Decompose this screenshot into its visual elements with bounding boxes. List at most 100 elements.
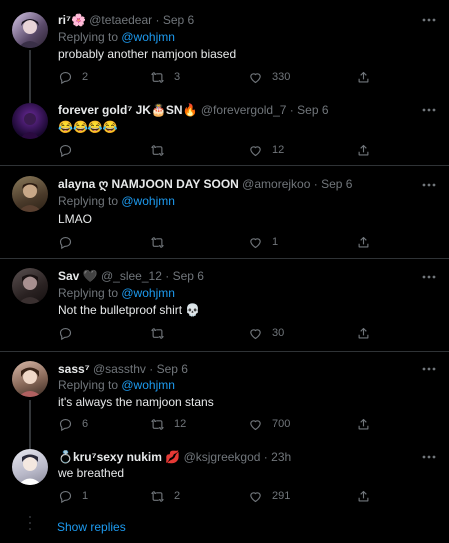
reply-button[interactable] [58,323,82,343]
retweet-count: 12 [174,418,187,430]
reply-icon [59,490,72,503]
retweet-button[interactable] [150,140,174,160]
tweet[interactable]: forever gold⁷ JK🎂SN🔥 @forevergold_7 · Se… [0,95,449,166]
retweet-button[interactable]: 3 [150,67,180,87]
share-button[interactable] [356,486,380,506]
reply-icon [59,418,72,431]
separator-dot: · [313,177,318,191]
reply-button[interactable]: 6 [58,414,88,434]
tweet-text: it's always the namjoon stans [58,395,214,409]
reply-count: 6 [82,418,89,430]
share-icon [358,71,369,82]
avatar[interactable] [12,176,48,212]
show-replies-link[interactable]: Show replies [57,520,126,534]
retweet-count: 3 [174,71,181,83]
separator-dot: · [289,103,294,117]
share-button[interactable] [356,323,380,343]
avatar[interactable] [12,12,48,48]
display-name[interactable]: Sav 🖤 [58,269,98,283]
heart-icon [250,491,261,502]
like-count: 700 [272,418,291,430]
more-options-icon[interactable] [421,177,437,193]
reply-button[interactable] [58,232,82,252]
avatar[interactable] [12,268,48,304]
retweet-button[interactable]: 2 [150,486,180,506]
thread-line [29,95,31,103]
like-button[interactable]: 12 [248,140,284,160]
like-button[interactable]: 330 [248,67,290,87]
tweet-text: LMAO [58,212,93,226]
tweet[interactable]: sass⁷ @sassthv · Sep 6 Replying to @wohj… [0,352,449,442]
reply-count: 2 [82,71,89,83]
tweet[interactable]: alayna ღ NAMJOON DAY SOON @amorejkoo · S… [0,166,449,259]
display-name[interactable]: ri⁷🌸 [58,13,86,27]
like-count: 30 [272,327,285,339]
avatar[interactable] [12,361,48,397]
tweet-date[interactable]: Sep 6 [297,103,328,117]
like-count: 330 [272,71,291,83]
like-button[interactable]: 291 [248,486,290,506]
reply-button[interactable]: 1 [58,486,88,506]
display-name[interactable]: forever gold⁷ JK🎂SN🔥 [58,103,198,117]
mention-link[interactable]: @wohjmn [121,286,175,300]
action-bar: 30 [50,323,390,343]
tweet[interactable]: ri⁷🌸 @tetaedear · Sep 6 Replying to @woh… [0,0,449,95]
user-handle[interactable]: @forevergold_7 [201,103,287,117]
action-bar: 2 3 330 [50,67,390,87]
tweet-date[interactable]: Sep 6 [157,362,188,376]
replying-to-label: Replying to [58,194,122,208]
separator-dot: · [165,269,170,283]
user-handle[interactable]: @tetaedear [89,13,152,27]
tweet-header: Sav 🖤 @_slee_12 · Sep 6 [58,269,419,284]
mention-link[interactable]: @wohjmn [121,378,175,392]
tweet-date[interactable]: Sep 6 [321,177,352,191]
retweet-button[interactable]: 12 [150,414,186,434]
thread-line [29,400,31,442]
retweet-button[interactable] [150,323,174,343]
reply-button[interactable] [58,140,82,160]
retweet-count: 2 [174,490,181,502]
more-options-icon[interactable] [421,102,437,118]
share-button[interactable] [356,232,380,252]
tweet-date[interactable]: Sep 6 [173,269,204,283]
tweet-header: ri⁷🌸 @tetaedear · Sep 6 [58,13,419,28]
reply-button[interactable]: 2 [58,67,88,87]
reply-icon [59,236,72,249]
more-options-icon[interactable] [421,449,437,465]
like-button[interactable]: 1 [248,232,278,252]
avatar[interactable] [12,103,48,139]
like-button[interactable]: 30 [248,323,284,343]
like-button[interactable]: 700 [248,414,290,434]
mention-link[interactable]: @wohjmn [121,30,175,44]
retweet-button[interactable] [150,232,174,252]
user-handle[interactable]: @amorejkoo [242,177,310,191]
mention-link[interactable]: @wohjmn [121,194,175,208]
tweet[interactable]: 💍kru⁷sexy nukim 💋 @ksjgreekgod · 23h we … [0,442,449,543]
more-options-icon[interactable] [421,269,437,285]
avatar[interactable] [12,449,48,485]
user-handle[interactable]: @_slee_12 [101,269,162,283]
user-handle[interactable]: @ksjgreekgod [184,450,261,464]
tweet-text: we breathed [58,466,125,480]
tweet-header: sass⁷ @sassthv · Sep 6 [58,362,419,377]
like-count: 291 [272,490,291,502]
more-options-icon[interactable] [421,12,437,28]
more-options-icon[interactable] [421,361,437,377]
action-bar: 1 [50,232,390,252]
tweet-date[interactable]: Sep 6 [163,13,194,27]
like-count: 1 [272,236,279,248]
replying-to: Replying to @wohjmn [58,378,175,393]
share-button[interactable] [356,67,380,87]
tweet-date[interactable]: 23h [271,450,291,464]
display-name[interactable]: 💍kru⁷sexy nukim 💋 [58,450,180,464]
thread-line [29,442,31,449]
action-bar: 12 [50,140,390,160]
share-button[interactable] [356,140,380,160]
tweet[interactable]: Sav 🖤 @_slee_12 · Sep 6 Replying to @woh… [0,259,449,352]
display-name[interactable]: sass⁷ [58,362,90,376]
replying-to: Replying to @wohjmn [58,30,175,45]
display-name[interactable]: alayna ღ NAMJOON DAY SOON [58,177,239,191]
user-handle[interactable]: @sassthv [93,362,146,376]
heart-icon [250,145,261,156]
share-button[interactable] [356,414,380,434]
